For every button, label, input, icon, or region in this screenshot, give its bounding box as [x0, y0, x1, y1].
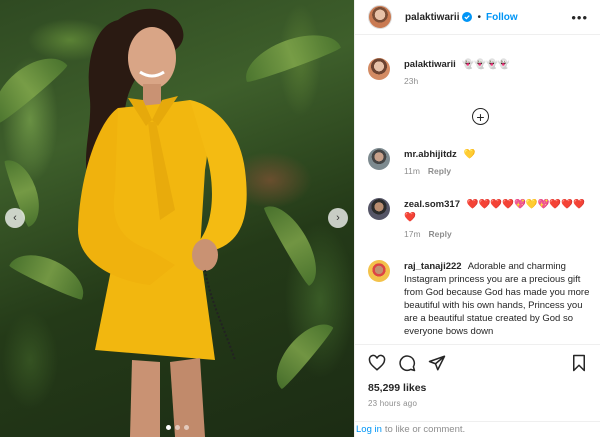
comment-item: mr.abhijitdz 💛 11m Reply — [368, 148, 591, 178]
post-actions: 85,299 likes 23 hours ago — [355, 344, 600, 408]
login-prompt-text: to like or comment. — [384, 424, 466, 435]
woman-figure-image — [78, 8, 247, 437]
login-prompt: Log in to like or comment. — [355, 421, 600, 437]
carousel-dot — [174, 425, 180, 430]
comment-item: raj_tanaji222 Adorable and charming Inst… — [368, 260, 591, 338]
author-avatar[interactable] — [368, 5, 392, 29]
caption-text: 👻👻👻👻 — [462, 59, 510, 70]
post-photo[interactable]: ‹ › — [0, 0, 354, 437]
commenter-username[interactable]: mr.abhijitdz — [404, 149, 457, 160]
author-username[interactable]: palaktiwarii — [405, 12, 459, 23]
post-timestamp: 23 hours ago — [368, 399, 418, 408]
commenter-avatar[interactable] — [368, 260, 390, 282]
separator-dot: • — [477, 11, 481, 23]
caption-time: 23h — [404, 76, 419, 86]
comment-text: Adorable and charming Instagram princess… — [404, 261, 590, 337]
more-options-icon[interactable]: ••• — [571, 11, 588, 24]
commenter-username[interactable]: zeal.som317 — [404, 199, 460, 210]
view-replies-icon[interactable]: + — [472, 108, 489, 125]
comment-time: 11m — [404, 166, 420, 176]
heart-icon[interactable] — [368, 354, 386, 372]
chevron-right-icon: › — [336, 212, 340, 224]
next-slide-button[interactable]: › — [328, 208, 348, 228]
comment-text: 💛 — [463, 149, 476, 160]
reply-button[interactable]: Reply — [429, 228, 452, 241]
share-icon[interactable] — [428, 354, 446, 372]
comments-section[interactable]: palaktiwarii 👻👻👻👻 23h + mr.abhijitdz 💛 1… — [355, 36, 600, 342]
comment-item: zeal.som317 ❤️❤️❤️❤️💖💛💖❤️❤️❤️❤️ 17m Repl… — [368, 198, 591, 241]
bookmark-icon[interactable] — [570, 354, 588, 372]
carousel-indicator — [0, 425, 354, 430]
verified-badge-icon — [462, 12, 473, 22]
commenter-avatar[interactable] — [368, 198, 390, 220]
follow-button[interactable]: Follow — [486, 12, 518, 23]
login-link[interactable]: Log in — [356, 424, 382, 435]
post-header: palaktiwarii • Follow ••• — [355, 0, 600, 35]
carousel-dot — [183, 425, 189, 430]
caption-username[interactable]: palaktiwarii — [404, 59, 456, 70]
commenter-username[interactable]: raj_tanaji222 — [404, 261, 462, 272]
caption: palaktiwarii 👻👻👻👻 23h — [368, 58, 591, 88]
comment-icon[interactable] — [398, 354, 416, 372]
chevron-left-icon: ‹ — [13, 212, 17, 224]
reply-button[interactable]: Reply — [428, 165, 451, 178]
previous-slide-button[interactable]: ‹ — [5, 208, 25, 228]
comment-time: 17m — [404, 229, 421, 239]
carousel-dot-active — [165, 425, 171, 430]
likes-count[interactable]: 85,299 likes — [368, 382, 588, 394]
commenter-avatar[interactable] — [368, 148, 390, 170]
post-side-panel: palaktiwarii • Follow ••• palaktiwarii 👻… — [354, 0, 600, 437]
caption-author-avatar[interactable] — [368, 58, 390, 80]
